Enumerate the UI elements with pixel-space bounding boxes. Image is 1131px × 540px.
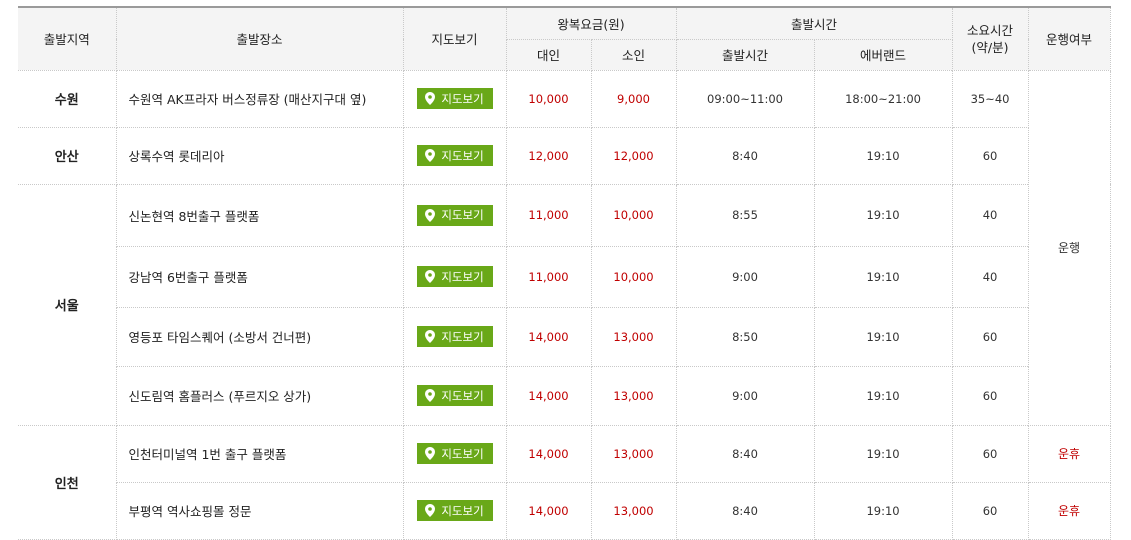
- place-name: 부평역 역사쇼핑몰 정문: [115, 481, 404, 540]
- map-view-button[interactable]: 지도보기: [416, 385, 493, 406]
- map-pin-icon: [425, 208, 436, 222]
- map-pin-icon: [425, 389, 436, 402]
- region-suwon: 수원: [18, 69, 117, 128]
- fare-adult: 14,000: [505, 306, 592, 367]
- map-view-button[interactable]: 지도보기: [416, 145, 493, 166]
- table-row: 신도림역 홈플러스 (푸르지오 상가) 지도보기 14,000 13,000 9…: [18, 365, 1110, 426]
- place-name: 수원역 AK프라자 버스정류장 (매산지구대 옆): [115, 69, 404, 128]
- status-operating: 운행: [1027, 69, 1111, 426]
- header-everland: 에버랜드: [813, 38, 953, 71]
- place-name: 영등포 타임스퀘어 (소방서 건너편): [115, 306, 404, 367]
- departure-time: 8:40: [675, 481, 815, 540]
- status-suspended: 운휴: [1027, 424, 1111, 483]
- map-view-label: 지도보기: [441, 388, 484, 403]
- fare-adult: 14,000: [505, 365, 592, 426]
- map-view-button[interactable]: 지도보기: [416, 204, 493, 226]
- header-map: 지도보기: [402, 6, 507, 71]
- fare-adult: 12,000: [505, 126, 592, 185]
- everland-time: 19:10: [813, 424, 953, 483]
- departure-time: 09:00~11:00: [675, 69, 815, 128]
- map-view-label: 지도보기: [441, 148, 484, 163]
- duration: 40: [951, 245, 1029, 308]
- region-ansan: 안산: [18, 126, 117, 185]
- everland-time: 19:10: [813, 481, 953, 540]
- header-fare: 왕복요금(원): [505, 6, 677, 40]
- everland-time: 18:00~21:00: [813, 69, 953, 128]
- fare-adult: 14,000: [505, 481, 592, 540]
- map-pin-icon: [425, 447, 436, 460]
- map-pin-icon: [425, 504, 436, 517]
- duration: 40: [951, 183, 1029, 247]
- map-pin-icon: [425, 149, 436, 162]
- map-view-button[interactable]: 지도보기: [416, 266, 493, 287]
- table-row: 부평역 역사쇼핑몰 정문 지도보기 14,000 13,000 8:40 19:…: [18, 481, 1111, 540]
- fare-child: 9,000: [590, 69, 677, 128]
- map-view-label: 지도보기: [441, 91, 484, 106]
- everland-time: 19:10: [813, 365, 953, 426]
- everland-time: 19:10: [813, 183, 953, 247]
- fare-child: 13,000: [590, 306, 677, 367]
- map-view-label: 지도보기: [441, 208, 484, 222]
- header-dep-time: 출발시간: [675, 38, 815, 71]
- fare-child: 13,000: [590, 424, 677, 483]
- table-row: 강남역 6번출구 플랫폼 지도보기 11,000 10,000 9:00 19:…: [18, 245, 1110, 308]
- fare-child: 10,000: [590, 245, 677, 308]
- fare-child: 13,000: [590, 365, 677, 426]
- map-view-button[interactable]: 지도보기: [416, 500, 493, 521]
- duration: 60: [951, 424, 1029, 483]
- fare-adult: 11,000: [505, 183, 592, 247]
- everland-time: 19:10: [813, 245, 953, 308]
- map-view-button[interactable]: 지도보기: [416, 326, 493, 347]
- place-name: 강남역 6번출구 플랫폼: [115, 245, 404, 308]
- fare-adult: 10,000: [505, 69, 592, 128]
- place-name: 신도림역 홈플러스 (푸르지오 상가): [115, 365, 404, 426]
- map-view-label: 지도보기: [441, 329, 484, 344]
- everland-time: 19:10: [813, 306, 953, 367]
- table-row: 안산 상록수역 롯데리아 지도보기 12,000 12,000 8:40 19:…: [18, 126, 1110, 185]
- map-view-label: 지도보기: [441, 269, 484, 284]
- everland-time: 19:10: [813, 126, 953, 185]
- departure-time: 9:00: [675, 245, 815, 308]
- duration: 60: [951, 481, 1029, 540]
- departure-time: 8:40: [675, 126, 815, 185]
- departure-time: 8:55: [675, 183, 815, 247]
- map-view-label: 지도보기: [441, 446, 484, 461]
- duration: 60: [951, 126, 1029, 185]
- header-departure: 출발시간: [675, 6, 953, 40]
- region-incheon: 인천: [18, 424, 117, 540]
- fare-child: 10,000: [590, 183, 677, 247]
- map-pin-icon: [425, 330, 436, 343]
- map-view-button[interactable]: 지도보기: [416, 443, 493, 464]
- duration: 35~40: [951, 69, 1029, 128]
- fare-child: 13,000: [590, 481, 677, 540]
- departure-time: 8:40: [675, 424, 815, 483]
- header-adult: 대인: [505, 38, 592, 71]
- place-name: 인천터미널역 1번 출구 플랫폼: [115, 424, 404, 483]
- region-seoul: 서울: [18, 183, 117, 426]
- header-place: 출발장소: [115, 6, 404, 71]
- map-pin-icon: [425, 92, 436, 105]
- status-suspended: 운휴: [1027, 481, 1111, 540]
- table-row: 영등포 타임스퀘어 (소방서 건너편) 지도보기 14,000 13,000 8…: [18, 306, 1110, 367]
- header-operation: 운행여부: [1027, 6, 1111, 71]
- fare-adult: 11,000: [505, 245, 592, 308]
- place-name: 상록수역 롯데리아: [115, 126, 404, 185]
- duration: 60: [951, 365, 1029, 426]
- map-view-label: 지도보기: [441, 503, 484, 518]
- shuttle-schedule-table: 출발지역 출발장소 지도보기 왕복요금(원) 출발시간 소요시간 (약/분) 운…: [18, 6, 1111, 540]
- map-view-button[interactable]: 지도보기: [416, 88, 493, 109]
- table-row: 서울 신논현역 8번출구 플랫폼 지도보기 11,000 10,000 8:55…: [18, 183, 1110, 426]
- header-duration: 소요시간 (약/분): [951, 6, 1029, 71]
- departure-time: 8:50: [675, 306, 815, 367]
- map-pin-icon: [425, 270, 436, 283]
- duration: 60: [951, 306, 1029, 367]
- place-name: 신논현역 8번출구 플랫폼: [115, 183, 404, 247]
- header-region: 출발지역: [18, 6, 117, 71]
- table-row: 인천 인천터미널역 1번 출구 플랫폼 지도보기 14,000 13,000 8…: [18, 424, 1111, 540]
- departure-time: 9:00: [675, 365, 815, 426]
- fare-adult: 14,000: [505, 424, 592, 483]
- table-row: 수원 수원역 AK프라자 버스정류장 (매산지구대 옆) 지도보기 10,000…: [18, 69, 1111, 426]
- fare-child: 12,000: [590, 126, 677, 185]
- header-child: 소인: [590, 38, 677, 71]
